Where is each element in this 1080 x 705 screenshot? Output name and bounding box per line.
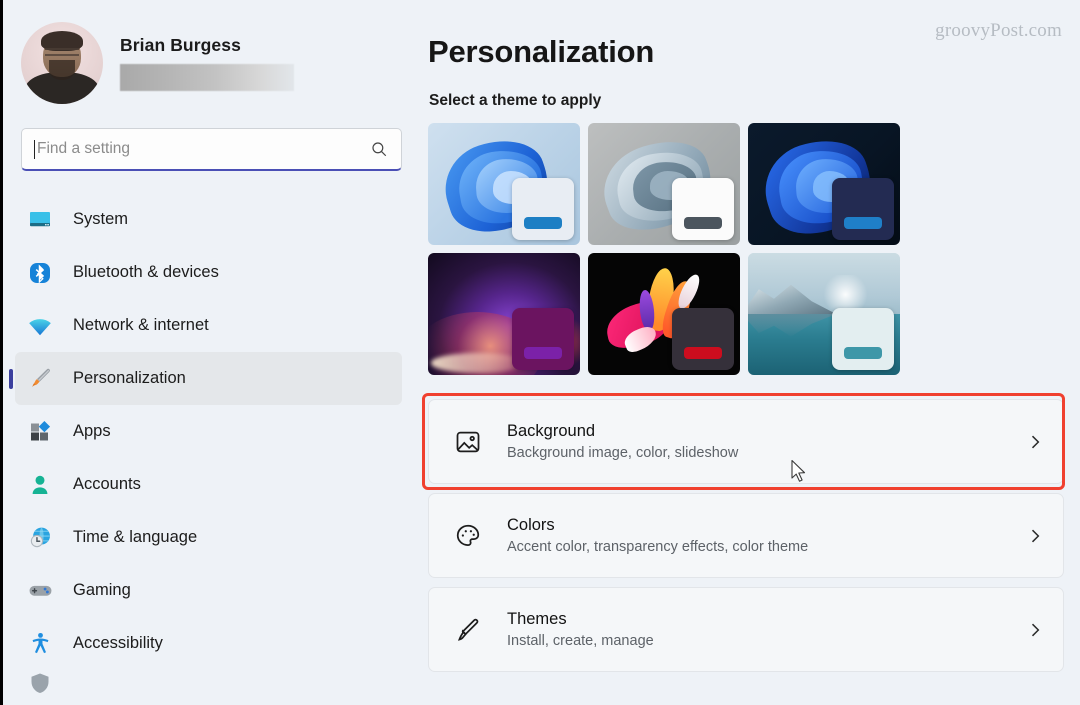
sidebar-item-accounts[interactable]: Accounts <box>15 458 402 511</box>
card-subtitle: Accent color, transparency effects, colo… <box>507 539 809 555</box>
card-colors[interactable]: Colors Accent color, transparency effect… <box>428 493 1064 578</box>
sidebar-item-network-internet[interactable]: Network & internet <box>15 299 402 352</box>
sidebar-item-label: Personalization <box>73 369 186 387</box>
sidebar-item-label: Apps <box>73 422 111 440</box>
theme-preview-panel <box>672 308 734 370</box>
theme-section-label: Select a theme to apply <box>429 92 602 109</box>
theme-thumbnail[interactable] <box>588 123 740 245</box>
card-subtitle: Background image, color, slideshow <box>507 445 739 461</box>
sidebar: Brian Burgess Find a setting System Blue… <box>3 0 420 705</box>
theme-preview-panel <box>512 178 574 240</box>
card-themes[interactable]: Themes Install, create, manage <box>428 587 1064 672</box>
wifi-icon <box>27 313 53 339</box>
card-background[interactable]: Background Background image, color, slid… <box>428 399 1064 484</box>
settings-window: Brian Burgess Find a setting System Blue… <box>0 0 1080 705</box>
clock-globe-icon <box>27 525 53 551</box>
sidebar-item-label: Bluetooth & devices <box>73 263 219 281</box>
watermark: groovyPost.com <box>935 20 1062 41</box>
sidebar-item-label: Gaming <box>73 581 131 599</box>
accessibility-icon <box>27 631 53 657</box>
user-profile[interactable]: Brian Burgess <box>3 0 420 110</box>
card-subtitle: Install, create, manage <box>507 633 654 649</box>
card-title: Colors <box>507 516 555 534</box>
search-icon <box>372 142 387 157</box>
sidebar-item-personalization[interactable]: Personalization <box>15 352 402 405</box>
sidebar-item-next-partial[interactable] <box>15 670 402 696</box>
theme-thumbnail[interactable] <box>748 123 900 245</box>
chevron-right-icon <box>1031 623 1040 636</box>
sidebar-item-accessibility[interactable]: Accessibility <box>15 617 402 670</box>
sidebar-item-label: Accounts <box>73 475 141 493</box>
search-placeholder: Find a setting <box>37 140 131 157</box>
shield-icon <box>27 670 53 696</box>
profile-email-redacted <box>120 64 294 91</box>
paintbrush-outline-icon <box>451 613 485 647</box>
theme-preview-panel <box>832 178 894 240</box>
sidebar-item-system[interactable]: System <box>15 193 402 246</box>
sidebar-item-bluetooth-devices[interactable]: Bluetooth & devices <box>15 246 402 299</box>
picture-icon <box>451 425 485 459</box>
avatar <box>21 22 103 104</box>
paintbrush-icon <box>27 366 53 392</box>
card-title: Background <box>507 422 596 440</box>
apps-icon <box>27 419 53 445</box>
theme-preview-panel <box>832 308 894 370</box>
sidebar-item-label: Accessibility <box>73 634 163 652</box>
profile-name: Brian Burgess <box>120 35 241 55</box>
theme-thumbnail[interactable] <box>428 253 580 375</box>
monitor-icon <box>27 207 53 233</box>
theme-grid <box>428 123 1064 375</box>
sidebar-item-label: Network & internet <box>73 316 209 334</box>
sidebar-item-label: Time & language <box>73 528 198 546</box>
theme-thumbnail[interactable] <box>588 253 740 375</box>
theme-thumbnail[interactable] <box>748 253 900 375</box>
text-caret <box>34 139 35 159</box>
settings-cards: Background Background image, color, slid… <box>422 393 1065 672</box>
palette-icon <box>451 519 485 553</box>
gamepad-icon <box>27 578 53 604</box>
person-icon <box>27 472 53 498</box>
card-title: Themes <box>507 610 567 628</box>
theme-thumbnail[interactable] <box>428 123 580 245</box>
search-input[interactable]: Find a setting <box>21 128 402 171</box>
chevron-right-icon <box>1031 435 1040 448</box>
sidebar-item-time-language[interactable]: Time & language <box>15 511 402 564</box>
sidebar-item-gaming[interactable]: Gaming <box>15 564 402 617</box>
bluetooth-icon <box>27 260 53 286</box>
theme-preview-panel <box>512 308 574 370</box>
theme-preview-panel <box>672 178 734 240</box>
main-content: groovyPost.com Personalization Select a … <box>420 0 1080 705</box>
sidebar-item-label: System <box>73 210 129 228</box>
sidebar-item-apps[interactable]: Apps <box>15 405 402 458</box>
sidebar-nav: System Bluetooth & devices Network & int… <box>3 193 420 696</box>
chevron-right-icon <box>1031 529 1040 542</box>
